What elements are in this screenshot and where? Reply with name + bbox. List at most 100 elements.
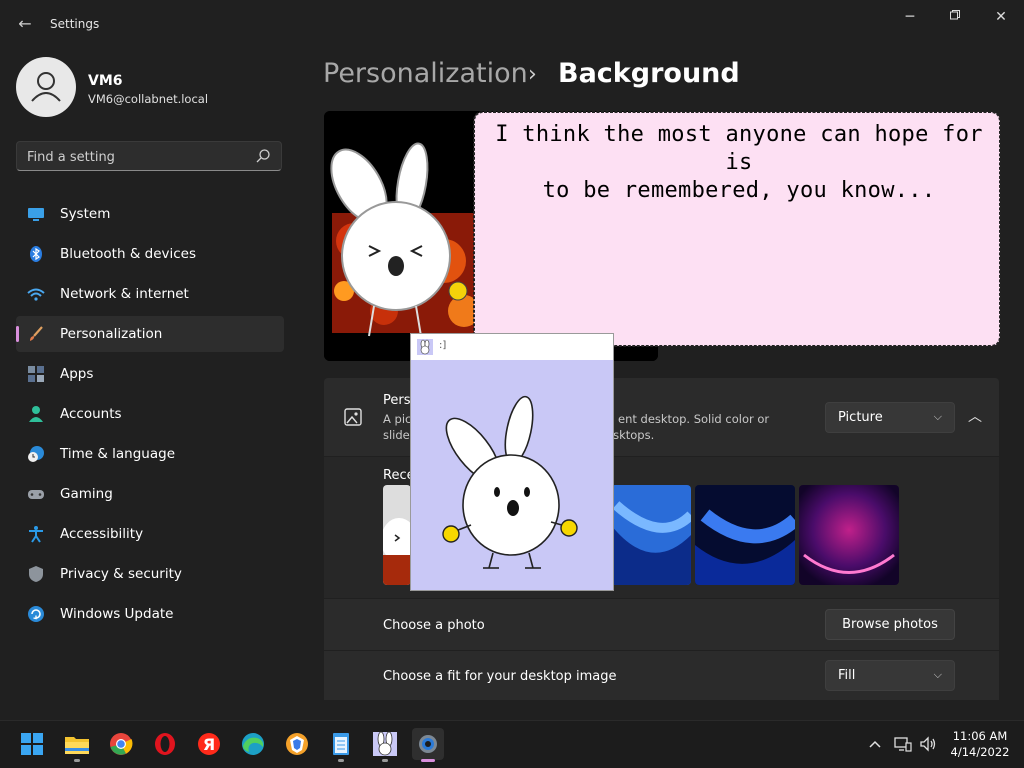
sidebar-item-label: Accessibility xyxy=(60,526,144,542)
sidebar-item-label: Network & internet xyxy=(60,286,189,302)
maximize-button[interactable] xyxy=(943,8,967,26)
recent-image-5[interactable] xyxy=(799,485,899,585)
monitor-icon xyxy=(28,208,44,221)
breadcrumb-parent[interactable]: Personalization xyxy=(323,58,528,89)
start-icon xyxy=(21,733,43,755)
settings-icon xyxy=(419,735,437,753)
bubble-text: I think the most anyone can hope for is … xyxy=(484,121,994,205)
sidebar-item-apps[interactable]: Apps xyxy=(16,356,284,392)
edge-icon xyxy=(242,733,264,755)
update-icon xyxy=(28,606,44,622)
user-icon xyxy=(31,72,61,102)
svg-text:Я: Я xyxy=(203,735,215,754)
search-input[interactable] xyxy=(27,148,247,166)
sidebar-item-personalization[interactable]: Personalization xyxy=(16,316,284,352)
clock-globe-icon xyxy=(28,446,44,462)
search-box[interactable] xyxy=(16,141,282,171)
gamepad-icon xyxy=(28,490,44,499)
active-indicator xyxy=(16,326,19,342)
yandex-icon: Я xyxy=(198,733,220,755)
sidebar-item-label: Privacy & security xyxy=(60,566,182,582)
recent-image-3[interactable] xyxy=(611,485,691,585)
search-icon[interactable] xyxy=(255,148,271,164)
sidebar-item-gaming[interactable]: Gaming xyxy=(16,476,284,512)
bubble-line-1: I think the most anyone can hope for is xyxy=(495,122,983,175)
chrome-button[interactable] xyxy=(105,728,137,760)
sidebar-item-network[interactable]: Network & internet xyxy=(16,276,284,312)
user-name: VM6 xyxy=(88,73,123,89)
running-indicator xyxy=(338,759,344,762)
wifi-icon xyxy=(27,288,45,301)
popup-titlebar[interactable]: :] xyxy=(411,334,613,360)
opera-icon xyxy=(155,733,175,755)
recent-image-1[interactable] xyxy=(383,485,411,585)
minimize-button[interactable]: ─ xyxy=(898,8,922,26)
apps-icon xyxy=(28,366,44,382)
start-button[interactable] xyxy=(16,728,48,760)
sidebar-item-windows-update[interactable]: Windows Update xyxy=(16,596,284,632)
sidebar-item-bluetooth[interactable]: Bluetooth & devices xyxy=(16,236,284,272)
picture-icon xyxy=(344,408,362,426)
bunny-app-button[interactable] xyxy=(369,728,401,760)
user-email: VM6@collabnet.local xyxy=(88,92,209,106)
dropdown-value: Fill xyxy=(838,668,856,683)
browse-photos-button[interactable]: Browse photos xyxy=(825,609,955,640)
sidebar-item-label: Gaming xyxy=(60,486,113,502)
choose-fit-label: Choose a fit for your desktop image xyxy=(383,669,617,684)
page-title: Background xyxy=(558,58,740,89)
chevron-up-icon[interactable] xyxy=(867,736,883,752)
sidebar-item-privacy[interactable]: Privacy & security xyxy=(16,556,284,592)
chrome-icon xyxy=(110,733,133,755)
brave-icon xyxy=(286,733,308,755)
clock-date[interactable]: 4/14/2022 xyxy=(945,745,1015,759)
bluetooth-icon xyxy=(30,246,42,262)
bunny-app-icon xyxy=(373,731,397,756)
bubble-line-2: to be remembered, you know... xyxy=(542,178,936,203)
notepad-icon xyxy=(333,733,349,755)
avatar[interactable] xyxy=(16,57,76,117)
personalize-desc-1b: ent desktop. Solid color or xyxy=(618,412,770,426)
file-explorer-button[interactable] xyxy=(61,728,93,760)
volume-icon[interactable] xyxy=(919,735,937,753)
settings-button[interactable] xyxy=(412,728,444,760)
back-button[interactable]: ← xyxy=(14,14,36,34)
sidebar-item-label: Windows Update xyxy=(60,606,174,622)
close-button[interactable]: ✕ xyxy=(989,8,1013,26)
running-indicator xyxy=(382,759,388,762)
sidebar-item-label: Bluetooth & devices xyxy=(60,246,197,262)
app-title: Settings xyxy=(50,17,100,31)
accessibility-icon xyxy=(29,526,43,543)
bunny-popup-window[interactable]: :] xyxy=(410,333,614,591)
sidebar-item-system[interactable]: System xyxy=(16,196,284,232)
file-explorer-icon xyxy=(65,737,89,754)
shield-icon xyxy=(29,566,43,582)
opera-button[interactable] xyxy=(149,728,181,760)
sidebar-item-label: Accounts xyxy=(60,406,122,422)
clock-time[interactable]: 11:06 AM xyxy=(950,729,1010,743)
running-indicator xyxy=(74,759,80,762)
personalize-desc-2a: slide xyxy=(383,428,410,442)
breadcrumb-separator: › xyxy=(528,62,537,87)
sidebar-item-label: System xyxy=(60,206,111,222)
sidebar-item-label: Personalization xyxy=(60,326,163,342)
sidebar-item-label: Time & language xyxy=(60,446,176,462)
network-icon[interactable] xyxy=(894,735,912,753)
chevron-down-icon: ⌵ xyxy=(933,668,942,681)
sidebar-item-accessibility[interactable]: Accessibility xyxy=(16,516,284,552)
brave-button[interactable] xyxy=(281,728,313,760)
fit-dropdown[interactable]: Fill ⌵ xyxy=(825,660,955,691)
personalize-desc-1a: A pic xyxy=(383,412,412,426)
notepad-button[interactable] xyxy=(325,728,357,760)
restore-icon xyxy=(950,10,960,20)
bunny-app-icon xyxy=(417,339,433,355)
sidebar-item-accounts[interactable]: Accounts xyxy=(16,396,284,432)
choose-photo-label: Choose a photo xyxy=(383,618,485,633)
recent-image-4[interactable] xyxy=(695,485,795,585)
sidebar-item-time-language[interactable]: Time & language xyxy=(16,436,284,472)
bunny-image xyxy=(442,395,578,569)
edge-button[interactable] xyxy=(237,728,269,760)
brush-icon xyxy=(30,326,43,341)
sidebar-item-label: Apps xyxy=(60,366,94,382)
yandex-button[interactable]: Я xyxy=(193,728,225,760)
person-icon xyxy=(29,406,43,422)
